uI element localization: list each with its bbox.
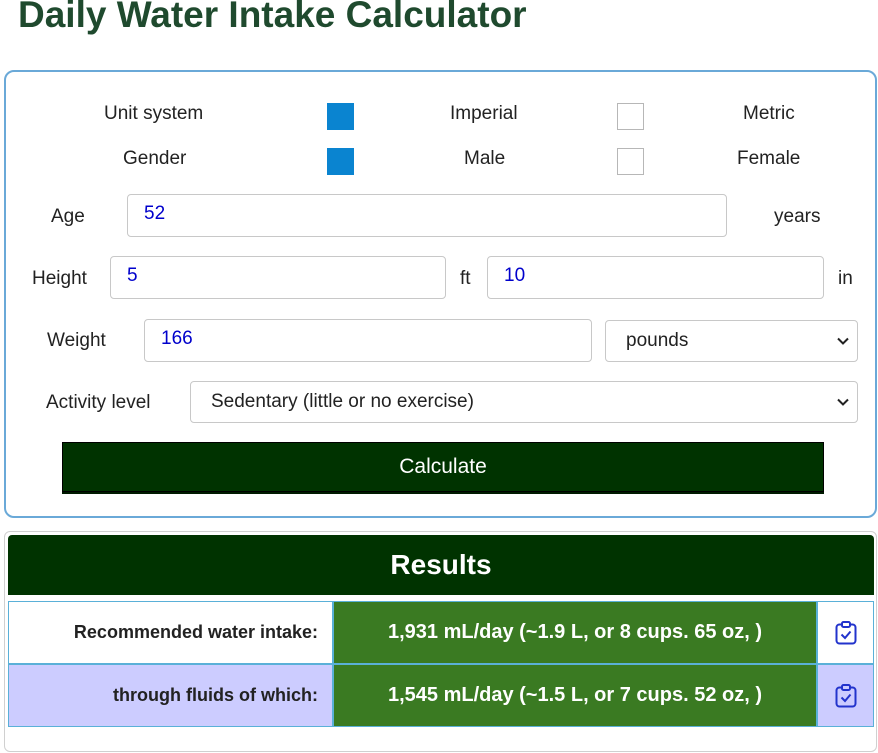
activity-level-value: Sedentary (little or no exercise) <box>211 391 474 412</box>
metric-checkbox[interactable] <box>617 103 644 130</box>
height-label: Height <box>32 268 87 289</box>
calculator-form: Unit system Imperial Metric Gender Male … <box>4 70 877 518</box>
male-label: Male <box>464 148 506 169</box>
age-input[interactable]: 52 <box>127 194 727 237</box>
female-label: Female <box>737 148 801 169</box>
page-title: Daily Water Intake Calculator <box>18 0 527 35</box>
result-value: 1,545 mL/day (~1.5 L, or 7 cups. 52 oz, … <box>332 665 818 726</box>
clipboard-check-icon <box>835 683 856 707</box>
activity-label: Activity level <box>46 392 151 413</box>
height-feet-input[interactable]: 5 <box>110 256 446 299</box>
inches-unit-label: in <box>838 268 853 289</box>
weight-label: Weight <box>47 330 106 351</box>
imperial-checkbox[interactable] <box>327 103 354 130</box>
calculate-button[interactable]: Calculate <box>62 442 824 492</box>
clipboard-check-icon <box>835 620 856 644</box>
imperial-label: Imperial <box>450 103 518 124</box>
results-heading: Results <box>8 535 874 595</box>
result-row-recommended: Recommended water intake: 1,931 mL/day (… <box>8 601 874 664</box>
unit-system-label: Unit system <box>104 103 204 124</box>
female-checkbox[interactable] <box>617 148 644 175</box>
weight-input[interactable]: 166 <box>144 319 592 362</box>
age-label: Age <box>51 206 85 227</box>
result-row-fluids: through fluids of which: 1,545 mL/day (~… <box>8 664 874 727</box>
feet-unit-label: ft <box>460 268 471 289</box>
results-panel: Results Recommended water intake: 1,931 … <box>4 531 877 752</box>
copy-button[interactable] <box>818 602 873 663</box>
copy-button[interactable] <box>818 665 873 726</box>
activity-level-select[interactable]: Sedentary (little or no exercise) <box>190 381 858 423</box>
weight-unit-value: pounds <box>626 330 689 351</box>
metric-label: Metric <box>743 103 795 124</box>
gender-label: Gender <box>123 148 187 169</box>
age-unit-label: years <box>774 206 821 227</box>
result-label: through fluids of which: <box>113 685 318 705</box>
result-label: Recommended water intake: <box>73 622 318 642</box>
chevron-down-icon <box>837 337 849 345</box>
result-value: 1,931 mL/day (~1.9 L, or 8 cups. 65 oz, … <box>332 602 818 663</box>
weight-unit-select[interactable]: pounds <box>605 320 858 362</box>
chevron-down-icon <box>837 398 849 406</box>
height-inches-input[interactable]: 10 <box>487 256 824 299</box>
male-checkbox[interactable] <box>327 148 354 175</box>
